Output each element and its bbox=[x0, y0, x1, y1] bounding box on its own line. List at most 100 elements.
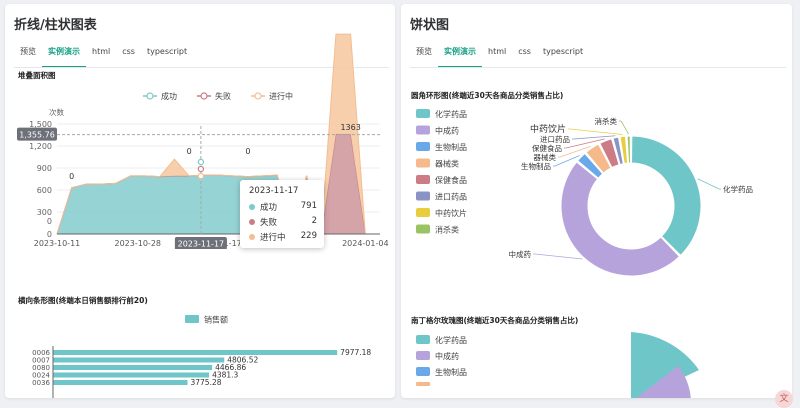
data-label: 0 bbox=[245, 147, 250, 156]
tooltip-label: 成功 bbox=[260, 203, 278, 213]
rose-legend-swatch bbox=[416, 382, 430, 386]
donut-legend-label: 化学药品 bbox=[435, 109, 467, 119]
left-panel: 折线/柱状图表 预览 实例演示 html css typescript 堆叠面积图 成功… bbox=[5, 4, 395, 398]
donut-slice-label: 进口药品 bbox=[540, 134, 570, 144]
tooltip-label: 失败 bbox=[260, 218, 278, 228]
pointer-point bbox=[197, 172, 205, 180]
legend-label: 进行中 bbox=[269, 91, 293, 101]
rose-legend-swatch bbox=[416, 335, 430, 344]
donut-legend-swatch bbox=[416, 109, 430, 118]
legend-marker bbox=[254, 92, 262, 100]
rose-legend-label: 化学药品 bbox=[435, 335, 467, 345]
right-panel: 饼状图 预览 实例演示 html css typescript 圆角环形图(终端近30天… bbox=[401, 4, 792, 398]
bar-0006 bbox=[53, 350, 338, 355]
donut-chart: 化学药品中成药生物制品器械类保健食品进口药品中药饮片消杀类化学药品中成药生物制品… bbox=[416, 109, 753, 277]
x-tick-label: 2023-10-28 bbox=[115, 239, 162, 248]
donut-slice-label: 器械类 bbox=[534, 152, 557, 162]
donut-legend-label: 中成药 bbox=[435, 126, 459, 136]
rose-legend-label: 中成药 bbox=[435, 351, 459, 361]
rose-legend-swatch bbox=[416, 351, 430, 360]
donut-legend-label: 生物制品 bbox=[435, 142, 467, 152]
donut-slice-label: 保健食品 bbox=[532, 143, 562, 153]
donut-slice-label: 生物制品 bbox=[521, 161, 551, 171]
chart-tooltip: 2023-11-17 成功 791 失败 2 进行中 229 bbox=[240, 180, 324, 248]
tooltip-dot bbox=[249, 234, 255, 240]
y-tick-label: 0 bbox=[47, 217, 52, 226]
pointer-point bbox=[197, 158, 205, 166]
donut-label-line bbox=[619, 120, 629, 135]
tooltip-row-success: 成功 791 bbox=[249, 201, 317, 213]
donut-legend-label: 消杀类 bbox=[435, 225, 459, 235]
tooltip-date: 2023-11-17 bbox=[249, 186, 299, 196]
donut-slice-label: 消杀类 bbox=[595, 116, 618, 126]
rose-legend-label: 生物制品 bbox=[435, 367, 467, 377]
tooltip-dot bbox=[249, 219, 255, 225]
bar-0036 bbox=[53, 380, 188, 385]
stacked-area-chart: 成功 失败 进行中 次数03006009001,2001,50002023-10-1… bbox=[17, 33, 389, 249]
tooltip-label: 进行中 bbox=[260, 233, 286, 243]
donut-legend-swatch bbox=[416, 125, 430, 135]
donut-legend-swatch bbox=[416, 208, 430, 217]
bar-legend-label: 销售额 bbox=[204, 315, 228, 325]
horizontal-bar-chart: 销售额0006 7977.180007 4806.520080 4466.860024… bbox=[32, 315, 371, 398]
right-tab-3[interactable]: css bbox=[512, 46, 537, 66]
donut-label-line bbox=[697, 178, 721, 190]
donut-slice-label: 中成药 bbox=[509, 249, 532, 259]
right-tabs: 预览 实例演示 html css typescript bbox=[410, 46, 589, 68]
tooltip-value: 2 bbox=[311, 216, 317, 226]
donut-legend-label: 器械类 bbox=[435, 159, 459, 169]
right-tab-4[interactable]: typescript bbox=[537, 46, 589, 66]
y-tick-label: 1,200 bbox=[29, 142, 52, 151]
tooltip-value: 791 bbox=[300, 201, 317, 211]
donut-label-line bbox=[572, 135, 616, 140]
y-tick-label: 600 bbox=[37, 186, 52, 195]
bar-value-label: 3775.28 bbox=[190, 378, 221, 387]
data-label: 0 bbox=[187, 147, 192, 156]
floating-assistant-icon[interactable]: 文 bbox=[775, 390, 793, 408]
data-label: 0 bbox=[69, 172, 74, 181]
y-tick-label: 0 bbox=[47, 230, 52, 239]
donut-legend-swatch bbox=[416, 142, 430, 151]
right-panel-title: 饼状图 bbox=[410, 18, 450, 33]
x-tick-label: 2024-01-04 bbox=[342, 239, 389, 248]
donut-legend-label: 保健食品 bbox=[435, 175, 467, 185]
donut-legend-swatch bbox=[416, 158, 430, 168]
pointer-point bbox=[197, 165, 205, 173]
right-tab-2[interactable]: html bbox=[482, 46, 512, 66]
tab-divider bbox=[410, 67, 786, 68]
pointer-y-value: 1,355.76 bbox=[19, 131, 55, 140]
rose-chart: 化学药品中成药生物制品 bbox=[416, 332, 699, 398]
donut-legend-swatch bbox=[416, 175, 430, 184]
tooltip-value: 229 bbox=[300, 231, 317, 241]
data-label: 1363 bbox=[340, 123, 360, 132]
bar-value-label: 7977.18 bbox=[340, 348, 371, 357]
donut-slice-label: 化学药品 bbox=[723, 184, 753, 194]
right-tab-1[interactable]: 实例演示 bbox=[438, 46, 482, 68]
tooltip-dot bbox=[249, 204, 255, 210]
bar-0080 bbox=[53, 365, 213, 370]
bar-0024 bbox=[53, 372, 210, 378]
donut-legend-swatch bbox=[416, 191, 430, 201]
legend-marker bbox=[200, 92, 208, 100]
rose-legend-swatch bbox=[416, 367, 430, 376]
donut-legend-label: 进口药品 bbox=[435, 192, 467, 202]
right-tab-0[interactable]: 预览 bbox=[410, 46, 438, 66]
donut-label-line bbox=[533, 253, 583, 260]
bar-category-label: 0036 bbox=[32, 379, 50, 387]
bar-0007 bbox=[53, 357, 225, 363]
x-tick-label: 2023-10-11 bbox=[34, 239, 81, 248]
y-tick-label: 300 bbox=[37, 208, 52, 217]
donut-slice-label: 中药饮片 bbox=[530, 123, 566, 135]
y-tick-label: 900 bbox=[37, 164, 52, 173]
pointer-x-value: 2023-11-17 bbox=[178, 240, 225, 249]
bar-legend-swatch bbox=[185, 315, 199, 323]
tooltip-row-fail: 失败 2 bbox=[249, 216, 317, 228]
tooltip-row-progress: 进行中 229 bbox=[249, 231, 317, 243]
donut-label-line bbox=[568, 128, 623, 135]
legend-label: 失败 bbox=[215, 91, 231, 101]
donut-slice-化学药品 bbox=[631, 135, 702, 257]
legend-marker bbox=[146, 92, 154, 100]
donut-legend-label: 中药饮片 bbox=[435, 208, 467, 218]
donut-legend-swatch bbox=[416, 224, 430, 234]
legend-label: 成功 bbox=[161, 91, 177, 101]
